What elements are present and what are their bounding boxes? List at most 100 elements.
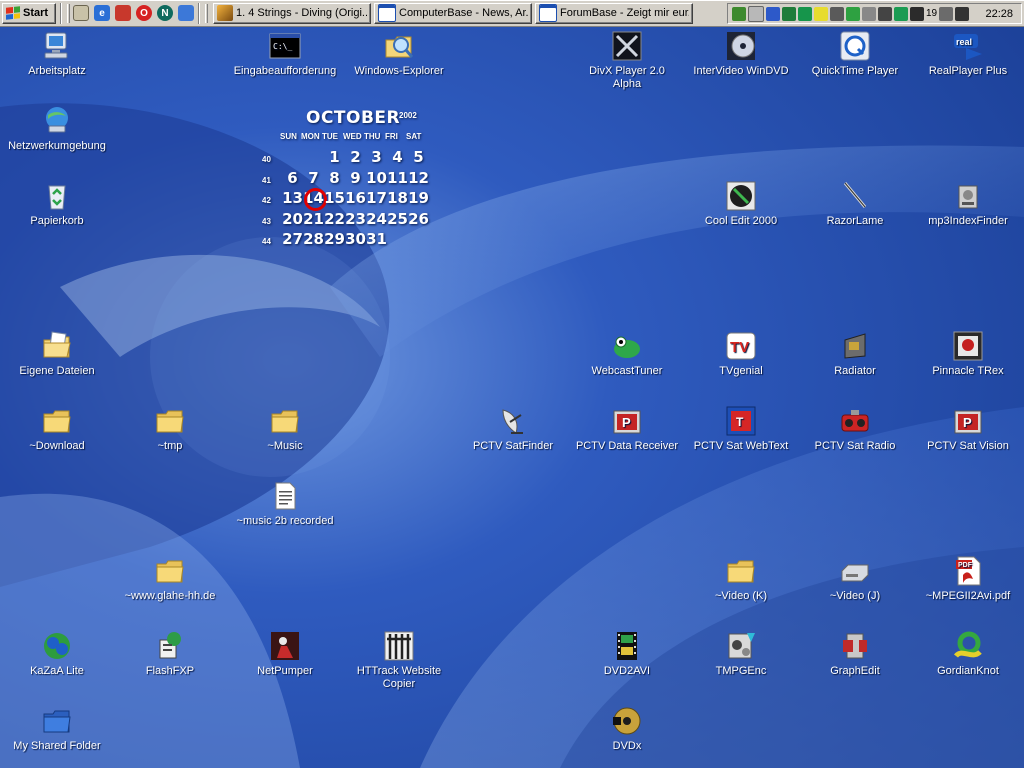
tray-app-icon[interactable] (766, 6, 780, 21)
network-icon[interactable] (894, 6, 908, 21)
show-desktop-icon[interactable] (73, 5, 89, 21)
desktop-icon-dvdx[interactable]: DVDx (572, 705, 682, 753)
desktop-icon-netzwerkumgebung[interactable]: Netzwerkumgebung (2, 105, 112, 153)
tray-app-icon[interactable] (862, 6, 876, 21)
desktop-icon-netpumper[interactable]: NetPumper (230, 630, 340, 678)
task-label: ComputerBase - News, Ar... (399, 7, 528, 19)
task-area-grip[interactable] (205, 3, 208, 23)
task-button-winamp[interactable]: 1. 4 Strings - Diving (Origi... (213, 2, 371, 24)
desktop-icon-tvgenial[interactable]: TV TVgenial (686, 330, 796, 378)
desktop-icon-gordianknot[interactable]: GordianKnot (913, 630, 1023, 678)
desktop-icon-graphedit[interactable]: GraphEdit (800, 630, 910, 678)
tray-app-icon[interactable] (782, 6, 796, 21)
desktop-icon-windows-explorer[interactable]: Windows-Explorer (344, 30, 454, 78)
outlook-express-icon[interactable] (115, 5, 131, 21)
desktop-icon-eingabeaufforderung[interactable]: C:\_ Eingabeaufforderung (230, 30, 340, 78)
task-label: 1. 4 Strings - Diving (Origi... (236, 7, 367, 19)
desktop-icon-pctv-satfinder[interactable]: PCTV SatFinder (458, 405, 568, 453)
task-button-forumbase[interactable]: ForumBase - Zeigt mir eur... (535, 2, 693, 24)
temperature-readout[interactable]: 19 (926, 8, 937, 19)
refresh-icon[interactable] (178, 5, 194, 21)
desktop-icon-windvd[interactable]: InterVideo WinDVD (686, 30, 796, 78)
desktop-icon-eigene-dateien[interactable]: Eigene Dateien (2, 330, 112, 378)
desktop-icon-tmp[interactable]: ~tmp (115, 405, 225, 453)
icon-label: Papierkorb (30, 215, 84, 227)
day-header: SAT (406, 132, 422, 141)
icon-label: ~MPEGII2Avi.pdf (925, 590, 1011, 602)
icon-label: RazorLame (826, 215, 884, 227)
calendar-day: 9 (350, 168, 361, 187)
icon-label: Radiator (834, 365, 876, 377)
tray-app-icon[interactable] (830, 6, 844, 21)
week-number: 41 (262, 175, 271, 185)
command-prompt-icon: C:\_ (269, 30, 301, 62)
volume-icon[interactable] (748, 5, 764, 22)
tray-app-icon[interactable] (939, 6, 954, 21)
svg-text:P: P (622, 415, 631, 430)
tray-app-icon[interactable] (955, 6, 970, 21)
desktop-icon-httrack[interactable]: HTTrack Website Copier (344, 630, 454, 691)
desktop-icon-pctv-sat-vision[interactable]: P PCTV Sat Vision (913, 405, 1023, 453)
desktop-icon-pctv-sat-radio[interactable]: PCTV Sat Radio (800, 405, 910, 453)
desktop-icon-pctv-data-receiver[interactable]: P PCTV Data Receiver (572, 405, 682, 453)
icon-label: ~Video (J) (829, 590, 881, 602)
week-number: 42 (262, 196, 271, 205)
icon-label: ~Download (29, 440, 85, 452)
desktop-icon-quicktime[interactable]: QuickTime Player (800, 30, 910, 78)
clock[interactable]: 22:28 (985, 8, 1017, 20)
tray-app-icon[interactable] (910, 6, 924, 21)
desktop-icon-music[interactable]: ~Music (230, 405, 340, 453)
internet-explorer-icon[interactable]: e (94, 5, 110, 21)
flashfxp-icon (154, 630, 186, 662)
tray-app-icon[interactable] (798, 6, 812, 21)
desktop-icon-www-glahe[interactable]: ~www.glahe-hh.de (115, 555, 225, 603)
desktop-icon-divx-player[interactable]: DivX Player 2.0 Alpha (572, 30, 682, 91)
desktop-icon-flashfxp[interactable]: FlashFXP (115, 630, 225, 678)
desktop-icon-arbeitsplatz[interactable]: Arbeitsplatz (2, 30, 112, 78)
opera-icon[interactable]: O (136, 5, 152, 21)
desktop-icon-webcasttuner[interactable]: WebcastTuner (572, 330, 682, 378)
folder-icon (41, 405, 73, 437)
icon-label: ~www.glahe-hh.de (124, 590, 216, 602)
tray-app-icon[interactable] (878, 6, 892, 21)
desktop-icon-video-j[interactable]: ~Video (J) (800, 555, 910, 603)
desktop-icon-radiator[interactable]: Radiator (800, 330, 910, 378)
calendar-day: 23 (345, 209, 366, 228)
folder-icon (725, 555, 757, 587)
desktop-icon-pinnacle-trex[interactable]: Pinnacle TRex (913, 330, 1023, 378)
mp3indexfinder-icon (952, 180, 984, 212)
quick-launch-grip[interactable] (67, 3, 70, 23)
desktop-icon-mpegii2avi-pdf[interactable]: PDF ~MPEGII2Avi.pdf (913, 555, 1023, 603)
netscape-icon[interactable]: N (157, 5, 173, 21)
tray-app-icon[interactable] (732, 6, 746, 21)
desktop-icon-pctv-sat-webtext[interactable]: T PCTV Sat WebText (686, 405, 796, 453)
start-button[interactable]: Start (2, 2, 56, 24)
desktop-icon-music-2b-recorded[interactable]: ~music 2b recorded (230, 480, 340, 528)
task-button-computerbase[interactable]: ComputerBase - News, Ar... (374, 2, 532, 24)
desktop-icon-dvd2avi[interactable]: DVD2AVI (572, 630, 682, 678)
desktop-icon-my-shared-folder[interactable]: My Shared Folder (2, 705, 112, 753)
icon-label: InterVideo WinDVD (693, 65, 789, 77)
desktop-icon-razorlame[interactable]: RazorLame (800, 180, 910, 228)
desktop-icon-papierkorb[interactable]: Papierkorb (2, 180, 112, 228)
calendar-day-headers: SUN MON TUE WED THU FRI SAT (280, 132, 427, 141)
desktop-icon-cool-edit[interactable]: Cool Edit 2000 (686, 180, 796, 228)
calendar-day: 3 (371, 148, 382, 166)
desktop-icon-video-k[interactable]: ~Video (K) (686, 555, 796, 603)
desktop-icon-download[interactable]: ~Download (2, 405, 112, 453)
desktop-icon-realplayer[interactable]: real RealPlayer Plus (913, 30, 1023, 78)
desktop-icon-kazaa-lite[interactable]: KaZaA Lite (2, 630, 112, 678)
desktop-icon-mp3indexfinder[interactable]: mp3IndexFinder (913, 180, 1023, 228)
browser-window-icon (539, 4, 557, 22)
desktop-icon-tmpgenc[interactable]: TMPGEnc (686, 630, 796, 678)
tray-app-icon[interactable] (846, 6, 860, 21)
icon-label: HTTrack Website Copier (356, 665, 442, 690)
tray-app-icon[interactable] (814, 6, 828, 21)
task-list: 1. 4 Strings - Diving (Origi... Computer… (213, 2, 693, 24)
browser-window-icon (378, 4, 396, 22)
calendar-day: 2 (350, 148, 361, 166)
pinnacle-trex-icon (952, 330, 984, 362)
calendar-day: 31 (366, 230, 387, 248)
calendar-day: 17 (366, 189, 387, 207)
explorer-icon (383, 30, 415, 62)
